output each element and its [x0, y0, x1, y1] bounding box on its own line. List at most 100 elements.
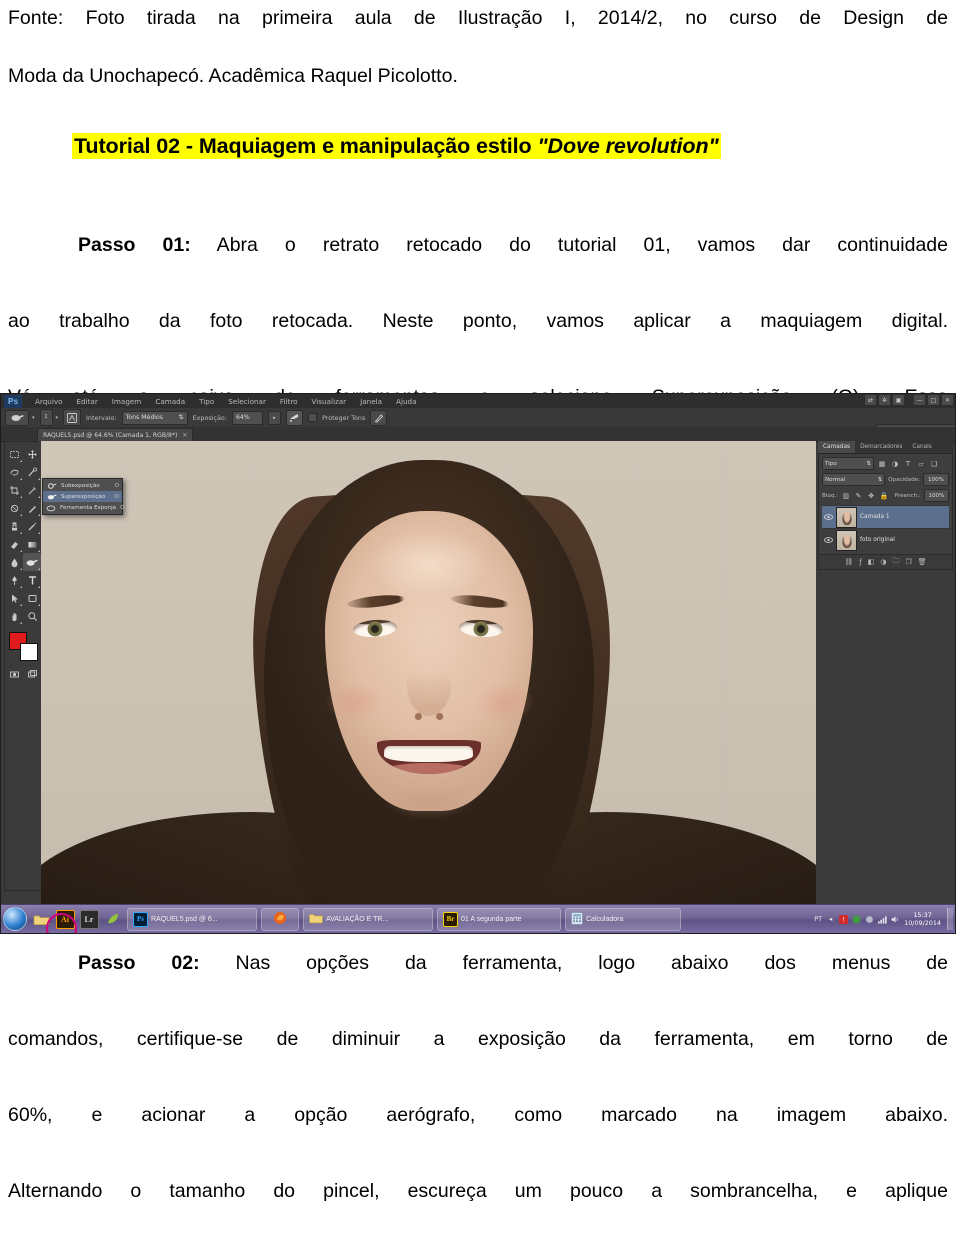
- exposure-input[interactable]: 64%: [231, 410, 263, 425]
- document-tab-close-icon[interactable]: ✕: [182, 432, 187, 439]
- background-color-swatch[interactable]: [20, 643, 38, 661]
- taskbar-button-firefox[interactable]: [261, 907, 299, 931]
- quick-launch-illustrator-icon[interactable]: Ai: [55, 909, 75, 929]
- menu-ajuda[interactable]: Ajuda: [389, 397, 423, 406]
- exposure-stepper-icon[interactable]: ▸: [267, 410, 281, 425]
- tool-preset-chevron-icon[interactable]: ▾: [32, 415, 35, 421]
- layer-row-camada-1[interactable]: Camada 1: [822, 505, 949, 528]
- tool-type-icon[interactable]: [23, 571, 41, 589]
- menu-janela[interactable]: Janela: [353, 397, 389, 406]
- brush-preset-chevron-icon[interactable]: ▾: [56, 415, 59, 421]
- new-layer-icon[interactable]: ❐: [905, 558, 911, 566]
- tool-spot-healing-icon[interactable]: [5, 499, 23, 517]
- layer-row-foto-original[interactable]: foto original: [822, 528, 949, 551]
- tool-eyedropper-icon[interactable]: [23, 481, 41, 499]
- taskbar-button-photoshop[interactable]: Ps RAQUEL5.psd @ 6...: [127, 907, 257, 931]
- lock-position-icon[interactable]: ✥: [866, 491, 876, 501]
- tool-marquee-icon[interactable]: [5, 445, 23, 463]
- tray-misc-icon[interactable]: [865, 915, 874, 924]
- filter-shape-icon[interactable]: ▱: [916, 459, 926, 469]
- taskbar-button-bridge[interactable]: Br 01 A segunda parte: [437, 907, 561, 931]
- brush-size-field[interactable]: 1: [39, 409, 53, 426]
- tool-shape-icon[interactable]: [23, 589, 41, 607]
- tray-language-indicator[interactable]: PT: [814, 915, 822, 923]
- minimize-button[interactable]: —: [914, 395, 925, 405]
- tool-blur-icon[interactable]: [5, 553, 23, 571]
- menu-tipo[interactable]: Tipo: [192, 397, 221, 406]
- tool-eraser-icon[interactable]: [5, 535, 23, 553]
- filter-adjustment-icon[interactable]: ◑: [890, 459, 900, 469]
- tool-lasso-icon[interactable]: [5, 463, 23, 481]
- airbrush-icon[interactable]: [285, 409, 303, 426]
- layer-style-icon[interactable]: ƒ: [859, 558, 861, 566]
- new-group-icon[interactable]: 🗀: [892, 557, 899, 568]
- tablet-pressure-icon[interactable]: [370, 409, 388, 426]
- start-button-icon[interactable]: [3, 907, 27, 931]
- layer-filter-type-select[interactable]: Tipo ⇅: [822, 457, 874, 470]
- opacity-value[interactable]: 100%: [923, 473, 949, 486]
- tool-history-brush-icon[interactable]: [23, 517, 41, 535]
- tool-pen-icon[interactable]: [5, 571, 23, 589]
- flyout-item-burn[interactable]: Superexposição O: [43, 491, 122, 502]
- filter-type-icon[interactable]: T: [903, 459, 913, 469]
- tool-screen-mode-icon[interactable]: [23, 665, 41, 683]
- lock-image-pixels-icon[interactable]: ✎: [854, 491, 864, 501]
- screen-mode-icon[interactable]: ✲: [879, 395, 890, 405]
- taskbar-button-calculator[interactable]: Calculadora: [565, 907, 681, 931]
- quick-launch-app-icon[interactable]: [103, 909, 123, 929]
- lock-transparent-pixels-icon[interactable]: ▥: [841, 491, 851, 501]
- tool-crop-icon[interactable]: [5, 481, 23, 499]
- tab-demarcadores[interactable]: Demarcadores: [855, 441, 907, 453]
- brush-panel-toggle-icon[interactable]: [63, 409, 82, 426]
- tab-canais[interactable]: Canais: [907, 441, 936, 453]
- tool-zoom-icon[interactable]: [23, 607, 41, 625]
- tool-path-selection-icon[interactable]: [5, 589, 23, 607]
- tray-expand-chevron-icon[interactable]: ◂: [826, 915, 835, 924]
- delete-layer-icon[interactable]: 🗑: [918, 558, 927, 566]
- tray-clock[interactable]: 15:37 10/09/2014: [904, 911, 943, 927]
- show-desktop-button[interactable]: [947, 908, 953, 930]
- lock-all-icon[interactable]: 🔒: [879, 491, 889, 501]
- blend-mode-select[interactable]: Normal ⇅: [822, 473, 886, 486]
- link-layers-icon[interactable]: ⛓: [844, 558, 853, 566]
- burn-tool-flyout-menu[interactable]: Subexposição O Superexposição O Ferramen…: [42, 478, 124, 515]
- tab-camadas[interactable]: Camadas: [818, 441, 856, 453]
- flyout-item-sponge[interactable]: Ferramenta Esponja O: [43, 502, 124, 513]
- tool-move-icon[interactable]: [23, 445, 41, 463]
- filter-pixels-icon[interactable]: ▦: [877, 459, 887, 469]
- tray-volume-icon[interactable]: [891, 915, 900, 924]
- maximize-button[interactable]: □: [928, 395, 939, 405]
- tool-clone-stamp-icon[interactable]: [5, 517, 23, 535]
- menu-selecionar[interactable]: Selecionar: [221, 397, 273, 406]
- flyout-item-dodge[interactable]: Subexposição O: [43, 480, 122, 491]
- tray-sync-icon[interactable]: [852, 915, 861, 924]
- arrange-documents-icon[interactable]: ⇄: [865, 395, 876, 405]
- tool-hand-icon[interactable]: [5, 607, 23, 625]
- menu-camada[interactable]: Camada: [148, 397, 192, 406]
- document-tab[interactable]: RAQUEL5.psd @ 64.6% (Camada 1, RGB/8*) ✕: [37, 428, 194, 441]
- layer-visibility-eye-icon-2[interactable]: [824, 537, 833, 543]
- quick-launch-lightroom-icon[interactable]: Lr: [79, 909, 99, 929]
- adjustment-layer-icon[interactable]: ◑: [880, 558, 886, 566]
- menu-editar[interactable]: Editar: [70, 397, 105, 406]
- interval-select[interactable]: Tons Médios ⇅: [121, 410, 188, 425]
- protect-tones-checkbox[interactable]: [307, 413, 317, 422]
- menu-imagem[interactable]: Imagem: [105, 397, 149, 406]
- layer-mask-icon[interactable]: ◧: [868, 558, 875, 566]
- layer-visibility-eye-icon[interactable]: [824, 514, 833, 520]
- view-extras-icon[interactable]: ▣: [893, 395, 904, 405]
- filter-smart-object-icon[interactable]: ❏: [929, 459, 939, 469]
- current-tool-burn-icon[interactable]: [5, 409, 29, 426]
- tool-gradient-icon[interactable]: [23, 535, 41, 553]
- tool-quick-mask-icon[interactable]: [5, 665, 23, 683]
- tray-network-icon[interactable]: [878, 915, 887, 924]
- tool-burn-icon[interactable]: [23, 553, 41, 571]
- menu-arquivo[interactable]: Arquivo: [28, 397, 70, 406]
- tool-quick-selection-icon[interactable]: [23, 463, 41, 481]
- close-button[interactable]: ✕: [942, 395, 953, 405]
- tool-brush-icon[interactable]: [23, 499, 41, 517]
- fill-value[interactable]: 100%: [923, 489, 949, 502]
- canvas-area[interactable]: [41, 441, 816, 905]
- menu-filtro[interactable]: Filtro: [273, 397, 305, 406]
- tray-antivirus-icon[interactable]: !: [839, 914, 849, 924]
